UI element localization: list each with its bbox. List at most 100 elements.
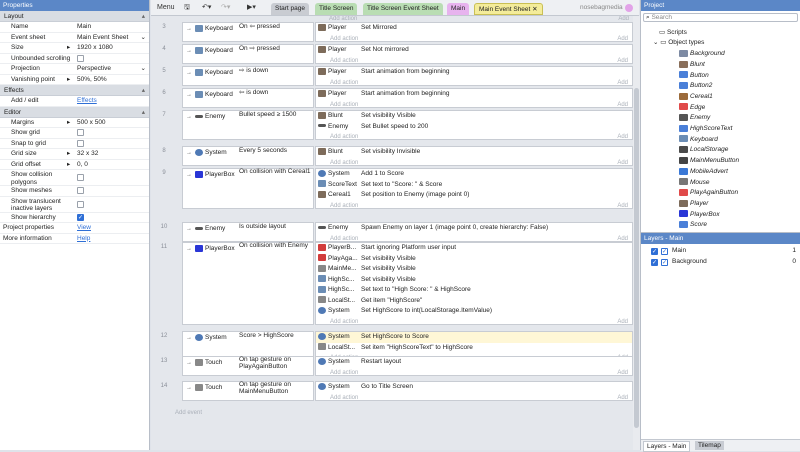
- event-block[interactable]: 3 → Keyboard On ⇦ pressed Player Set Mirrored…: [151, 22, 633, 43]
- condition-row[interactable]: → Enemy Bullet speed ≥ 1500: [183, 111, 313, 123]
- project-item[interactable]: Button: [679, 71, 709, 82]
- prop-collision[interactable]: Show collision polygons: [0, 170, 149, 186]
- action-row[interactable]: Blunt Set visibility Visible: [316, 111, 632, 122]
- add-action-link[interactable]: Add action: [330, 317, 358, 328]
- collapse-icon[interactable]: ▴: [142, 85, 145, 96]
- avatar[interactable]: [625, 4, 633, 12]
- add-action-row[interactable]: Add action Add: [316, 201, 632, 212]
- project-item[interactable]: MobileAdvert: [679, 167, 728, 178]
- prop-vanishing[interactable]: Vanishing point ▸ 50%, 50%: [0, 75, 149, 86]
- search-box[interactable]: ⌕ Search: [643, 13, 798, 22]
- add-action-row[interactable]: Add action Add: [316, 56, 632, 67]
- prop-value[interactable]: 50%, 50%: [77, 75, 107, 86]
- actions-block[interactable]: Player Start animation from beginning Add …: [315, 66, 633, 86]
- hierarchy-checkbox[interactable]: ✓: [77, 213, 84, 221]
- action-row[interactable]: HighSc... Set text to "High Score: " & Hi…: [316, 285, 632, 296]
- action-row[interactable]: HighSc... Set visibility Visible: [316, 275, 632, 286]
- prop-value[interactable]: 32 x 32: [77, 149, 98, 160]
- add-action-row[interactable]: Add action Add: [316, 78, 632, 89]
- section-layout[interactable]: Layout ▴: [0, 11, 149, 22]
- prop-event-sheet[interactable]: Event sheet Main Event Sheet ⌄: [0, 33, 149, 43]
- condition-row[interactable]: → Keyboard On ⇨ pressed: [183, 45, 313, 57]
- chevron-down-icon[interactable]: ⌄: [141, 64, 146, 75]
- add-link[interactable]: Add: [617, 78, 628, 89]
- condition-block[interactable]: → Keyboard ⇨ is down: [182, 66, 314, 86]
- event-block[interactable]: 9 → PlayerBox On collision with Cereal1 Syst…: [151, 168, 633, 210]
- condition-block[interactable]: → Keyboard On ⇨ pressed: [182, 44, 314, 64]
- layer-lock-checkbox[interactable]: ✓: [661, 248, 668, 255]
- expand-icon[interactable]: ▸: [67, 118, 70, 129]
- project-item[interactable]: ▭ Scripts: [659, 28, 687, 39]
- actions-block[interactable]: PlayerB... Start ignoring Platform user i…: [315, 242, 633, 325]
- action-row[interactable]: System Restart layout: [316, 357, 632, 368]
- translucent-checkbox[interactable]: [77, 200, 84, 208]
- action-row[interactable]: Player Start animation from beginning: [316, 67, 632, 78]
- tab-layers[interactable]: Layers - Main: [643, 441, 691, 452]
- prop-value[interactable]: 0, 0: [77, 160, 88, 171]
- add-action-link[interactable]: Add action: [330, 158, 358, 169]
- action-row[interactable]: Player Set Mirrored: [316, 23, 632, 34]
- view-link[interactable]: View: [77, 223, 91, 234]
- actions-block[interactable]: Enemy Spawn Enemy on layer 1 (image point…: [315, 222, 633, 242]
- event-block[interactable]: 5 → Keyboard ⇨ is down Player Start animation…: [151, 66, 633, 87]
- event-block[interactable]: 4 → Keyboard On ⇨ pressed Player Set Not mirr…: [151, 44, 633, 65]
- project-item[interactable]: PlayerBox: [679, 210, 720, 221]
- prop-hierarchy[interactable]: Show hierarchy ✓: [0, 213, 149, 223]
- project-item[interactable]: Title Screen Event Sheet: [679, 23, 762, 28]
- project-item[interactable]: ⌄ ▭ Object types: [653, 38, 704, 49]
- action-row[interactable]: LocalSt... Set item "HighScoreText" to Hi…: [316, 343, 632, 354]
- add-link[interactable]: Add: [617, 34, 628, 45]
- tab-title-screen-event-sheet[interactable]: Title Screen Event Sheet: [363, 3, 443, 15]
- project-item[interactable]: Blunt: [679, 60, 705, 71]
- tab-tilemap[interactable]: Tilemap: [695, 441, 724, 450]
- project-item[interactable]: Keyboard: [679, 135, 718, 146]
- prop-unbounded[interactable]: Unbounded scrolling: [0, 54, 149, 64]
- play-icon[interactable]: ▶▾: [247, 2, 256, 14]
- collapse-icon[interactable]: ▴: [142, 107, 145, 118]
- expand-icon[interactable]: ▸: [67, 43, 70, 54]
- add-action-row[interactable]: Add action Add: [316, 100, 632, 111]
- project-item[interactable]: Mouse: [679, 178, 710, 189]
- condition-block[interactable]: → Keyboard On ⇦ pressed: [182, 22, 314, 42]
- event-block[interactable]: 11 → PlayerBox On collision with Enemy Playe…: [151, 242, 633, 326]
- unbounded-checkbox[interactable]: [77, 54, 84, 62]
- folder-icon[interactable]: ⌄ ▭: [653, 39, 666, 46]
- add-action-link[interactable]: Add action: [330, 132, 358, 143]
- event-block[interactable]: 7 → Enemy Bullet speed ≥ 1500 Blunt Set visib…: [151, 110, 633, 141]
- condition-row[interactable]: → Touch On tap gesture on PlayAgainButton: [183, 356, 313, 370]
- add-link[interactable]: Add: [617, 393, 628, 404]
- scrollbar-thumb[interactable]: [634, 88, 639, 428]
- layer-row[interactable]: ✓ ✓ Background 0: [641, 257, 800, 267]
- add-link[interactable]: Add: [617, 317, 628, 328]
- add-action-row[interactable]: Add action Add: [316, 34, 632, 45]
- prop-grid-size[interactable]: Grid size ▸ 32 x 32: [0, 149, 149, 160]
- save-icon[interactable]: 🖫: [184, 2, 190, 14]
- effects-link[interactable]: Effects: [77, 96, 97, 107]
- prop-margins[interactable]: Margins ▸ 500 x 500: [0, 118, 149, 129]
- tab-start-page[interactable]: Start page: [271, 3, 309, 15]
- condition-row[interactable]: → PlayerBox On collision with Enemy: [183, 242, 313, 255]
- collision-checkbox[interactable]: [77, 174, 84, 181]
- meshes-checkbox[interactable]: [77, 187, 84, 195]
- condition-row[interactable]: → Keyboard On ⇦ pressed: [183, 23, 313, 35]
- project-item[interactable]: LocalStorage: [679, 145, 728, 156]
- expand-icon[interactable]: ▸: [67, 75, 70, 86]
- undo-icon[interactable]: ↶▾: [202, 2, 211, 14]
- action-row[interactable]: System Go to Title Screen: [316, 382, 632, 393]
- condition-block[interactable]: → Enemy Is outside layout: [182, 222, 314, 242]
- project-item[interactable]: MainMenuButton: [679, 156, 739, 167]
- prop-value[interactable]: 1920 x 1080: [77, 43, 113, 54]
- condition-row[interactable]: → Enemy Is outside layout: [183, 223, 313, 235]
- condition-block[interactable]: → Touch On tap gesture on PlayAgainButton: [182, 356, 314, 376]
- add-link[interactable]: Add: [617, 132, 628, 143]
- condition-row[interactable]: → Keyboard ⇨ is down: [183, 67, 313, 79]
- project-item[interactable]: Button2: [679, 81, 712, 92]
- action-row[interactable]: PlayAga... Set visibility Visible: [316, 254, 632, 265]
- add-action-link[interactable]: Add action: [330, 393, 358, 404]
- condition-block[interactable]: → Keyboard ⇦ is down: [182, 88, 314, 108]
- close-icon[interactable]: ✕: [532, 6, 537, 13]
- prop-name[interactable]: Name Main: [0, 22, 149, 33]
- prop-effects[interactable]: Add / edit Effects: [0, 96, 149, 107]
- help-link[interactable]: Help: [77, 234, 90, 245]
- prop-value[interactable]: Main: [77, 22, 91, 33]
